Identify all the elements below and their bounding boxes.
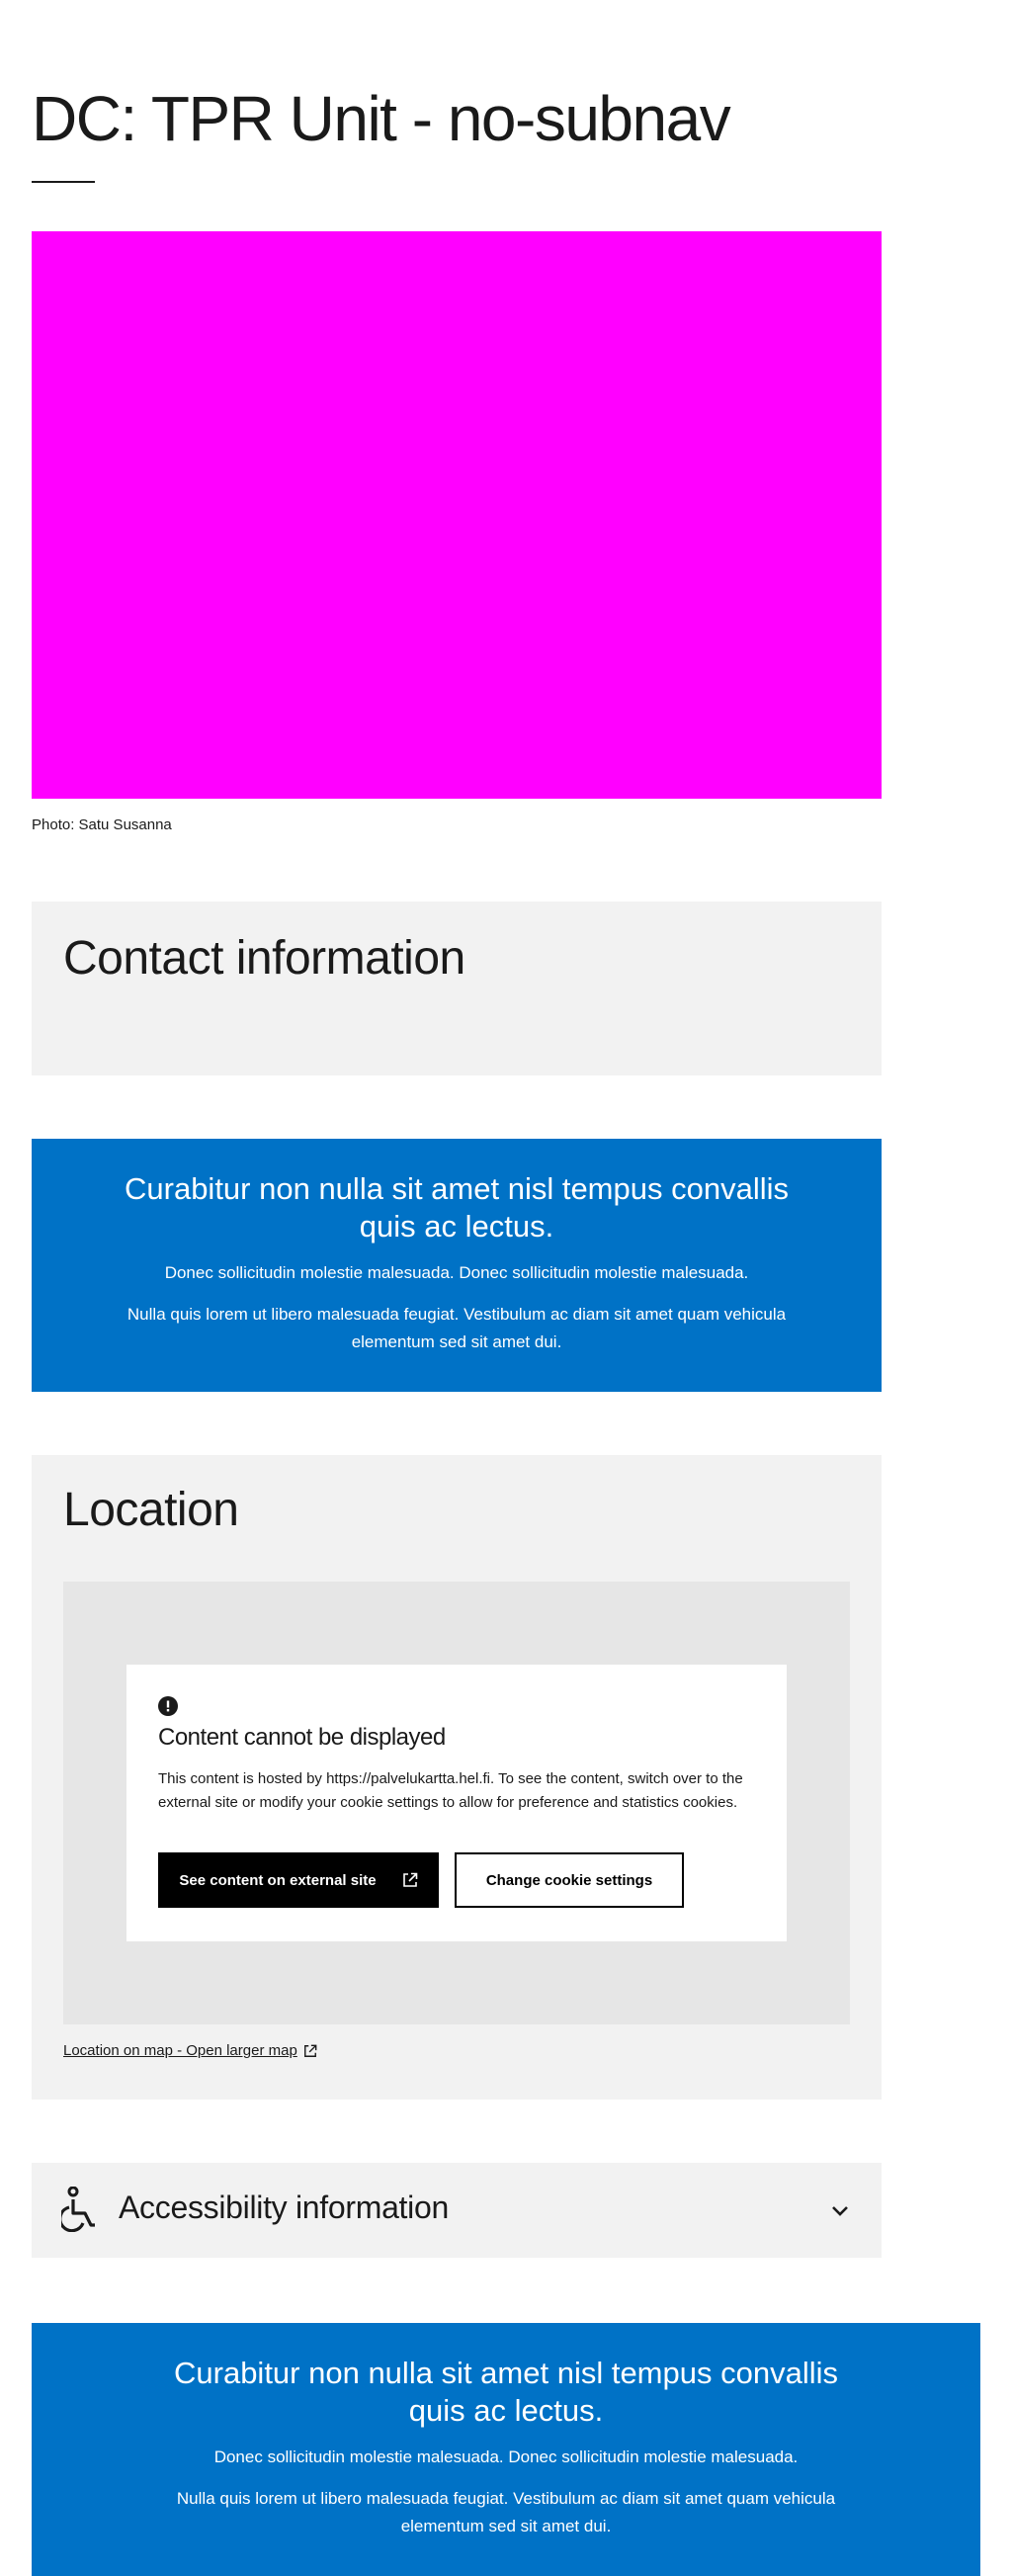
change-cookie-settings-button[interactable]: Change cookie settings (455, 1852, 684, 1908)
chevron-down-icon (832, 2206, 848, 2216)
banner-heading: Curabitur non nulla sit amet nisl tempus… (174, 2356, 838, 2428)
accessibility-accordion[interactable]: Accessibility information (32, 2163, 882, 2258)
open-larger-map-link[interactable]: Location on map - Open larger map (63, 2042, 317, 2059)
accessibility-title: Accessibility information (119, 2190, 449, 2225)
banner-heading: Curabitur non nulla sit amet nisl tempus… (125, 1171, 789, 1244)
page-title: DC: TPR Unit - no-subnav (32, 83, 731, 154)
alert-icon (158, 1696, 178, 1716)
external-link-icon (402, 1872, 417, 1887)
button-label: See content on external site (179, 1871, 377, 1889)
wheelchair-icon (61, 2187, 95, 2232)
map-link-label: Location on map - Open larger map (63, 2042, 297, 2059)
banner-text: Donec sollicitudin molestie malesuada. D… (213, 2447, 799, 2466)
contact-information-section: Contact information (32, 902, 882, 1075)
see-content-external-button[interactable]: See content on external site (158, 1852, 439, 1908)
notice-title: Content cannot be displayed (158, 1724, 446, 1751)
info-banner-top: Curabitur non nulla sit amet nisl tempus… (32, 1139, 882, 1392)
location-section: Location Content cannot be displayed Thi… (32, 1455, 882, 2100)
photo-caption: Photo: Satu Susanna (32, 816, 172, 833)
map-placeholder: Content cannot be displayed This content… (63, 1582, 850, 2024)
location-title: Location (63, 1484, 239, 1536)
banner-text: Donec sollicitudin molestie malesuada. D… (164, 1263, 749, 1282)
title-divider (32, 181, 95, 183)
info-banner-bottom: Curabitur non nulla sit amet nisl tempus… (32, 2323, 980, 2576)
contact-information-title: Contact information (63, 932, 465, 985)
hero-image (32, 231, 882, 799)
external-link-icon (303, 2044, 317, 2057)
notice-text: This content is hosted by https://palvel… (158, 1770, 743, 1811)
banner-text: Nulla quis lorem ut libero malesuada feu… (176, 2489, 836, 2535)
cookie-notice: Content cannot be displayed This content… (126, 1665, 787, 1941)
banner-text: Nulla quis lorem ut libero malesuada feu… (126, 1305, 787, 1351)
